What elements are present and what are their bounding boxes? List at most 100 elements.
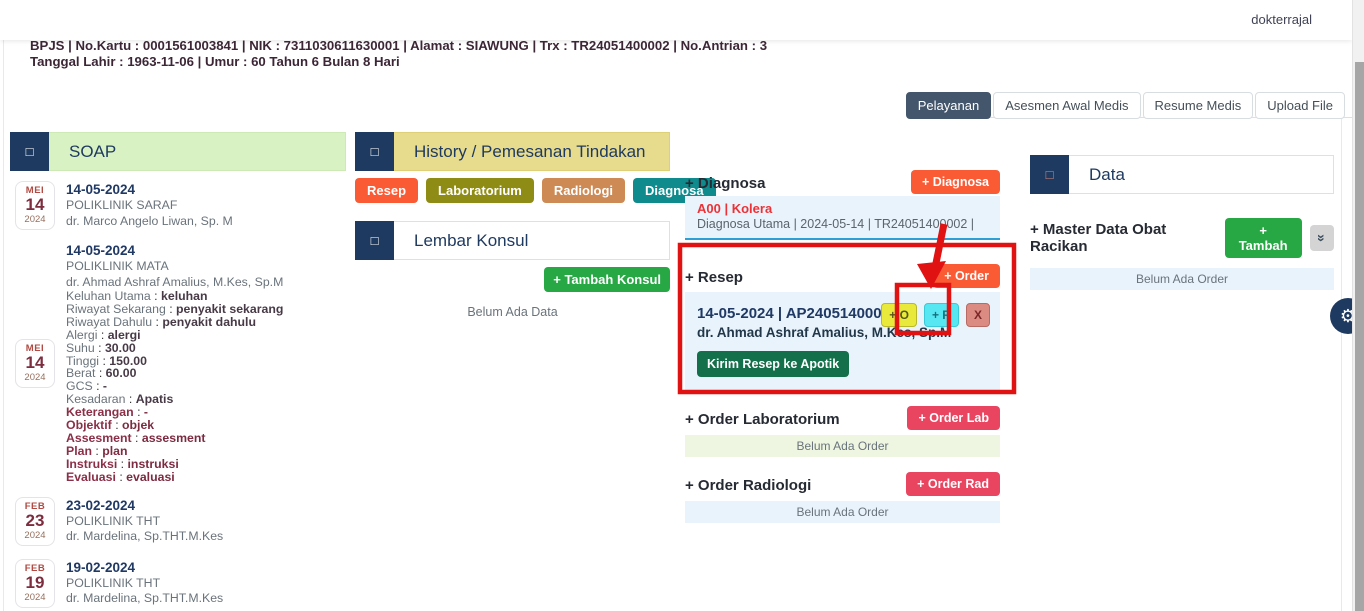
- racikan-actions: + Tambah »: [1225, 218, 1334, 258]
- racikan-section-header: + Master Data Obat Racikan + Tambah »: [1030, 218, 1334, 258]
- history-panel-icon: □: [355, 132, 394, 171]
- soap-entry-month: FEB: [16, 501, 54, 512]
- soap-entry-day: 23: [16, 512, 54, 530]
- add-order-rad-button[interactable]: + Order Rad: [906, 472, 1000, 496]
- soap-entry-year: 2024: [16, 592, 54, 603]
- history-panel: □ History / Pemesanan Tindakan Resep Lab…: [355, 132, 670, 319]
- resep-delete-button[interactable]: X: [966, 303, 990, 327]
- double-chevron-down-icon: »: [1310, 234, 1334, 242]
- collapse-racikan-button[interactable]: »: [1310, 225, 1334, 251]
- soap-entry-year: 2024: [16, 214, 54, 225]
- diagnosa-detail: Diagnosa Utama | 2024-05-14 | TR24051400…: [697, 217, 988, 232]
- patient-info-line2: Tanggal Lahir : 1963-11-06 | Umur : 60 T…: [30, 54, 767, 70]
- content-right-border: [1341, 118, 1342, 611]
- soap-panel-header: □ SOAP: [10, 132, 346, 171]
- soap-entry-date: 14-05-2024: [66, 182, 346, 198]
- soap-detail-label: Riwayat Dahulu: [66, 315, 152, 329]
- topbar: dokterrajal: [0, 0, 1352, 40]
- soap-entry-doctor: dr. Mardelina, Sp.THT.M.Kes: [66, 591, 346, 607]
- add-diagnosa-button[interactable]: + Diagnosa: [911, 170, 1000, 194]
- diagnosa-card: A00 | Kolera Diagnosa Utama | 2024-05-14…: [685, 196, 1000, 240]
- soap-detail-label: Keluhan Utama: [66, 289, 151, 303]
- soap-detail-value: evaluasi: [126, 470, 175, 484]
- lab-section-header: + Order Laboratorium + Order Lab: [685, 404, 1000, 430]
- soap-detail-label: Berat: [66, 366, 95, 380]
- user-menu[interactable]: dokterrajal: [1251, 12, 1312, 27]
- tab-resume-medis[interactable]: Resume Medis: [1143, 92, 1254, 119]
- soap-entry-day: 14: [16, 354, 54, 372]
- soap-detail-value: Apatis: [136, 392, 174, 406]
- soap-detail-value: 60.00: [106, 366, 137, 380]
- soap-detail-label: Assesment: [66, 431, 132, 445]
- soap-entry: FEB232024 23-02-2024POLIKLINIK THTdr. Mar…: [10, 497, 346, 546]
- add-order-resep-button[interactable]: + Order: [933, 264, 1000, 288]
- soap-panel-title: SOAP: [49, 132, 346, 171]
- soap-detail-value: 30.00: [105, 341, 136, 355]
- resep-plus-r-button[interactable]: + R: [924, 303, 959, 327]
- soap-detail-value: -: [103, 379, 107, 393]
- history-laboratorium-button[interactable]: Laboratorium: [426, 178, 534, 203]
- soap-entry-clinic: POLIKLINIK THT: [66, 514, 346, 530]
- soap-entry-date: 14-05-2024: [66, 243, 346, 259]
- soap-detail-value: alergi: [108, 328, 141, 342]
- patient-info-line1: BPJS | No.Kartu : 0001561003841 | NIK : …: [30, 38, 767, 54]
- resep-heading: + Resep: [685, 269, 743, 288]
- tab-pelayanan[interactable]: Pelayanan: [906, 92, 991, 119]
- tab-bar: Pelayanan Asesmen Awal Medis Resume Medi…: [906, 92, 1345, 119]
- scrollbar-thumb[interactable]: [1355, 62, 1364, 611]
- soap-entry-datebox: FEB232024: [15, 497, 55, 546]
- history-resep-button[interactable]: Resep: [355, 178, 418, 203]
- konsul-empty-text: Belum Ada Data: [355, 305, 670, 319]
- soap-entry-year: 2024: [16, 372, 54, 383]
- soap-entry-info: 23-02-2024POLIKLINIK THTdr. Mardelina, S…: [66, 498, 346, 545]
- soap-detail-value: assesment: [142, 431, 206, 445]
- data-panel: □ Data + Master Data Obat Racikan + Tamb…: [1030, 132, 1334, 290]
- page-root: dokterrajal BPJS | No.Kartu : 0001561003…: [0, 0, 1364, 611]
- soap-entry-date: 19-02-2024: [66, 560, 346, 576]
- soap-entry-month: FEB: [16, 563, 54, 574]
- racikan-heading: + Master Data Obat Racikan: [1030, 221, 1225, 255]
- konsul-panel-header: □ Lembar Konsul: [355, 221, 670, 260]
- tambah-konsul-button[interactable]: + Tambah Konsul: [544, 267, 670, 292]
- tab-asesmen-awal-medis[interactable]: Asesmen Awal Medis: [993, 92, 1140, 119]
- soap-panel: □ SOAP MEI14202414-05-2024POLIKLINIK SAR…: [10, 132, 346, 611]
- soap-entry-year: 2024: [16, 530, 54, 541]
- soap-entry-doctor: dr. Marco Angelo Liwan, Sp. M: [66, 214, 346, 230]
- soap-detail-value: 150.00: [109, 354, 147, 368]
- resep-plus-o-button[interactable]: + O: [881, 303, 917, 327]
- soap-entry-doctor: dr. Mardelina, Sp.THT.M.Kes: [66, 529, 346, 545]
- tambah-racikan-button[interactable]: + Tambah: [1225, 218, 1302, 258]
- konsul-panel-icon: □: [355, 221, 394, 260]
- resep-entry-doctor: dr. Ahmad Ashraf Amalius, M.Kes, Sp.M: [697, 325, 988, 340]
- diagnosa-code: A00 | Kolera: [697, 201, 988, 217]
- soap-entry-clinic: POLIKLINIK SARAF: [66, 198, 346, 214]
- diagnosa-section-header: + Diagnosa + Diagnosa: [685, 168, 1000, 194]
- soap-detail-value: instruksi: [128, 457, 179, 471]
- soap-entry-clinic: POLIKLINIK MATA: [66, 259, 346, 275]
- rad-heading: + Order Radiologi: [685, 477, 811, 496]
- soap-entry-info: 14-05-2024POLIKLINIK MATAdr. Ahmad Ashra…: [66, 243, 346, 484]
- soap-entry-detail: Berat : 60.00: [66, 367, 346, 380]
- soap-entry-info: 14-05-2024POLIKLINIK SARAFdr. Marco Ange…: [66, 182, 346, 229]
- orders-column: + Diagnosa + Diagnosa A00 | Kolera Diagn…: [685, 168, 1000, 523]
- soap-detail-value: plan: [102, 444, 127, 458]
- soap-entry-datebox: MEI142024: [15, 181, 55, 230]
- soap-detail-value: penyakit sekarang: [176, 302, 283, 316]
- kirim-resep-button[interactable]: Kirim Resep ke Apotik: [697, 351, 849, 377]
- scrollbar-track[interactable]: [1352, 0, 1364, 611]
- history-buttons: Resep Laboratorium Radiologi Diagnosa: [355, 178, 670, 203]
- soap-detail-label: Suhu: [66, 341, 95, 355]
- soap-detail-value: penyakit dahulu: [162, 315, 256, 329]
- soap-detail-label: Keterangan: [66, 405, 134, 419]
- soap-entry-day: 19: [16, 574, 54, 592]
- history-radiologi-button[interactable]: Radiologi: [542, 178, 625, 203]
- patient-info: BPJS | No.Kartu : 0001561003841 | NIK : …: [30, 38, 767, 70]
- history-panel-header: □ History / Pemesanan Tindakan: [355, 132, 670, 171]
- soap-entry-datebox: FEB192024: [15, 559, 55, 608]
- add-order-lab-button[interactable]: + Order Lab: [907, 406, 1000, 430]
- soap-entry-datebox: MEI142024: [15, 339, 55, 388]
- soap-detail-label: Alergi: [66, 328, 97, 342]
- soap-timeline: MEI14202414-05-2024POLIKLINIK SARAFdr. M…: [10, 181, 346, 608]
- tab-upload-file[interactable]: Upload File: [1255, 92, 1345, 119]
- soap-entry-date: 23-02-2024: [66, 498, 346, 514]
